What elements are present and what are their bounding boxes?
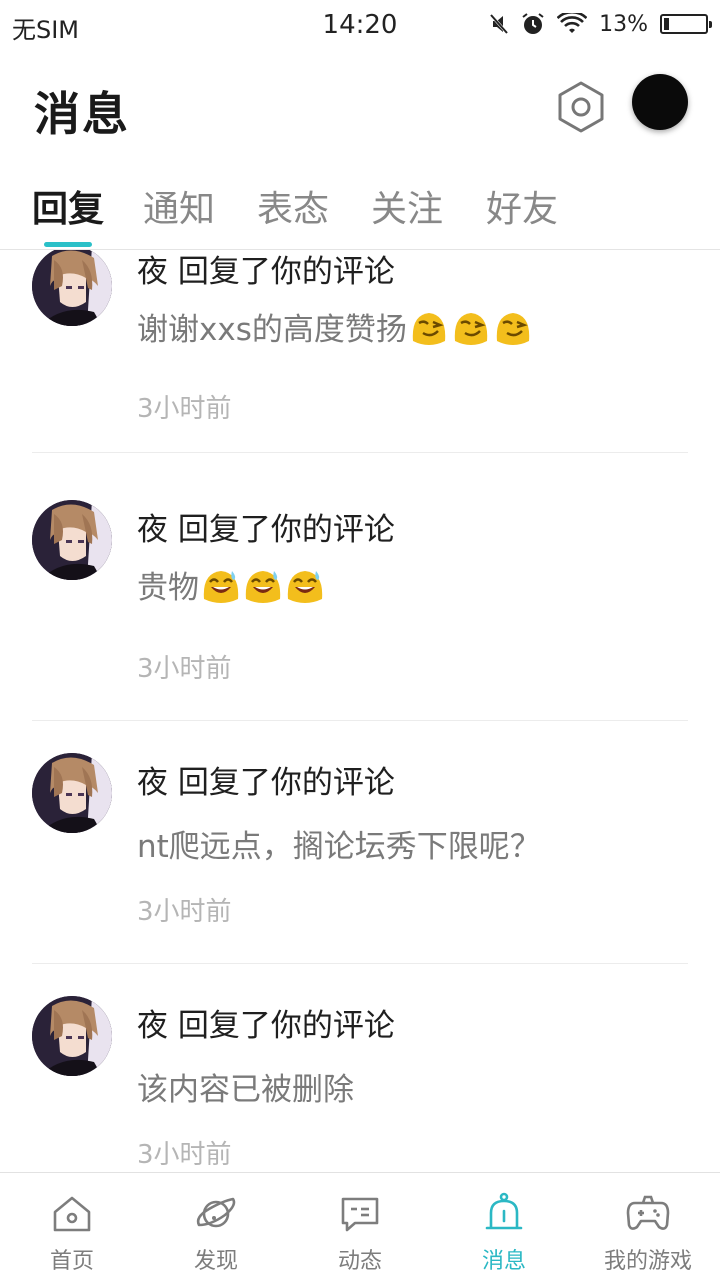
tab-reaction[interactable]: 表态 (257, 180, 329, 232)
avatar[interactable] (32, 753, 112, 833)
reply-text: nt爬远点，搁论坛秀下限呢？ (137, 829, 541, 865)
bell-icon (485, 1192, 523, 1230)
status-icons: 13% (489, 9, 712, 39)
wink-emoji (453, 311, 489, 346)
reply-body: 谢谢xxs的高度赞扬 (137, 304, 533, 349)
list-item[interactable]: 夜 回复了你的评论 nt爬远点，搁论坛秀下限呢？ 3小时前 (0, 721, 720, 974)
emoji-group (201, 565, 325, 605)
home-icon (53, 1196, 91, 1232)
nav-feed-label: 动态 (337, 1249, 382, 1274)
list-item[interactable]: 夜 回复了你的评论 谢谢xxs的高度赞扬 3小时前 (0, 250, 720, 495)
reply-time: 3小时前 (137, 394, 232, 424)
alarm-icon (521, 12, 545, 36)
avatar[interactable] (32, 250, 112, 326)
tab-follow[interactable]: 关注 (371, 180, 443, 232)
tab-reply[interactable]: 回复 (32, 180, 104, 232)
reply-time: 3小时前 (137, 654, 232, 684)
reply-time: 3小时前 (137, 897, 232, 927)
reply-text: 该内容已被删除 (137, 1072, 354, 1108)
reply-text: 谢谢xxs的高度赞扬 (137, 312, 407, 348)
grin-sweat-emoji (286, 569, 324, 604)
message-list[interactable]: 夜 回复了你的评论 谢谢xxs的高度赞扬 3小时前 夜 回复了你的评论 贵物 3… (0, 250, 720, 1172)
tab-notice[interactable]: 通知 (143, 180, 215, 232)
emoji-group (409, 307, 533, 347)
settings-button[interactable] (552, 78, 610, 136)
nav-messages-label: 消息 (481, 1249, 526, 1274)
nav-discover-label: 发现 (193, 1249, 238, 1274)
wink-emoji (411, 311, 447, 346)
battery-icon (660, 14, 712, 34)
reply-text: 贵物 (137, 570, 199, 606)
battery-percent: 13% (599, 11, 648, 37)
nav-home[interactable]: 首页 (0, 1173, 144, 1280)
wink-emoji (495, 311, 531, 346)
reply-body: 贵物 (137, 562, 325, 607)
nav-home-label: 首页 (49, 1249, 94, 1274)
grin-sweat-emoji (202, 569, 240, 604)
avatar[interactable] (32, 500, 112, 580)
battery-level-fill (664, 18, 669, 30)
reply-title: 夜 回复了你的评论 (137, 1008, 395, 1044)
nav-discover[interactable]: 发现 (144, 1173, 288, 1280)
mute-icon (489, 13, 509, 35)
grin-sweat-emoji (244, 569, 282, 604)
divider (32, 452, 688, 453)
planet-icon (196, 1197, 236, 1228)
bottom-nav: 首页 发现 动态 消息 我的游戏 (0, 1172, 720, 1280)
nav-messages[interactable]: 消息 (432, 1173, 576, 1280)
avatar[interactable] (32, 996, 112, 1076)
header: 消息 (0, 60, 720, 160)
hexagon-settings-icon (558, 81, 604, 133)
nav-my-games[interactable]: 我的游戏 (576, 1173, 720, 1280)
gamepad-icon (626, 1195, 670, 1230)
reply-title: 夜 回复了你的评论 (137, 765, 395, 801)
list-item[interactable]: 夜 回复了你的评论 该内容已被删除 3小时前 (0, 964, 720, 1172)
list-item[interactable]: 夜 回复了你的评论 贵物 3小时前 (0, 468, 720, 721)
reply-title: 夜 回复了你的评论 (137, 254, 395, 290)
page-title: 消息 (34, 87, 130, 141)
reply-time: 3小时前 (137, 1140, 232, 1170)
status-bar: 无SIM 14:20 13% (0, 0, 720, 50)
wifi-icon (557, 13, 588, 35)
reply-body: 该内容已被删除 (137, 1064, 354, 1109)
nav-my-games-label: 我的游戏 (603, 1249, 692, 1274)
user-avatar[interactable] (632, 74, 688, 130)
tab-friends[interactable]: 好友 (486, 180, 558, 232)
active-tab-indicator (44, 242, 92, 247)
reply-body: nt爬远点，搁论坛秀下限呢？ (137, 821, 541, 866)
message-tabs: 回复 通知 表态 关注 好友 (0, 170, 720, 250)
reply-title: 夜 回复了你的评论 (137, 512, 395, 548)
message-card-icon (341, 1197, 379, 1232)
nav-feed[interactable]: 动态 (288, 1173, 432, 1280)
